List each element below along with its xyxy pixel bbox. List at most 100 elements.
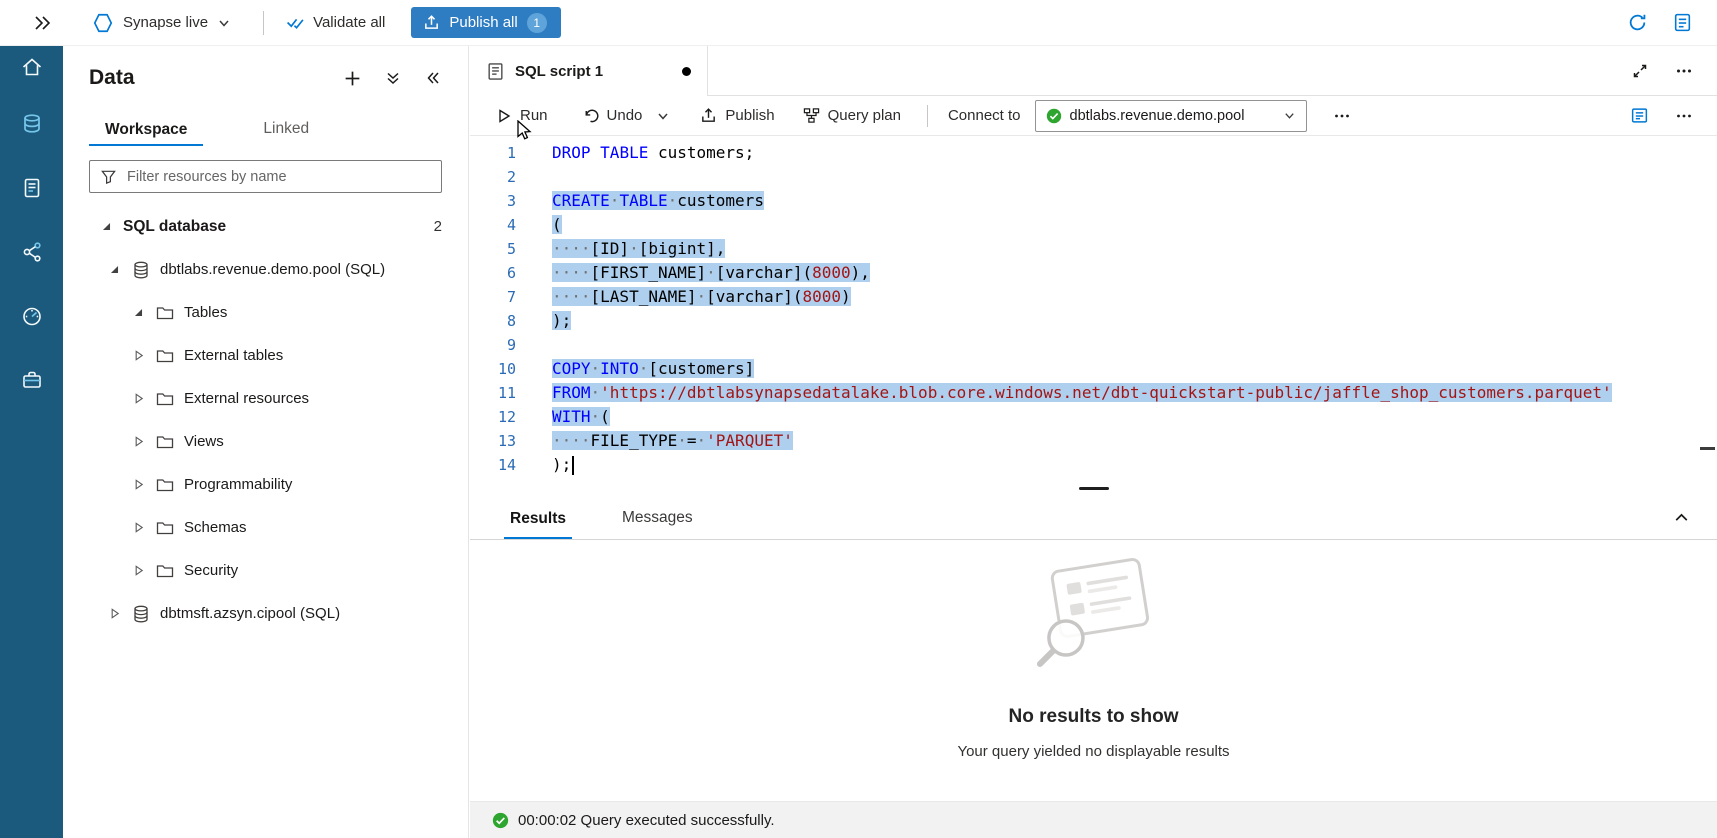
tree-expand-icon[interactable] (131, 435, 146, 448)
code-line-text[interactable]: DROP TABLE customers; (552, 141, 754, 165)
collapse-panel-icon[interactable] (424, 69, 442, 87)
code-line[interactable]: 6 ····[FIRST_NAME]·[varchar](8000), (470, 261, 1717, 285)
line-number[interactable]: 8 (470, 309, 516, 333)
line-number[interactable]: 6 (470, 261, 516, 285)
query-plan-icon (803, 107, 820, 124)
tree-item[interactable]: Tables (63, 291, 468, 334)
tree-expand-icon[interactable] (131, 564, 146, 577)
tab-workspace[interactable]: Workspace (89, 121, 203, 147)
line-number[interactable]: 10 (470, 357, 516, 381)
properties-icon[interactable] (1630, 106, 1649, 125)
code-line-text[interactable]: ····[FIRST_NAME]·[varchar](8000), (552, 261, 870, 285)
line-number[interactable]: 9 (470, 333, 516, 357)
nav-manage-icon[interactable] (0, 348, 63, 412)
code-line-text[interactable]: ); (552, 309, 571, 333)
code-line[interactable]: 2 (470, 165, 1717, 189)
add-resource-icon[interactable] (343, 69, 362, 88)
code-line[interactable]: 9 (470, 333, 1717, 357)
nav-data-icon[interactable] (0, 92, 63, 156)
sql-code-editor[interactable]: 1 DROP TABLE customers; 23 CREATE·TABLE·cus… (470, 136, 1717, 490)
code-line-text[interactable]: FROM·'https://dbtlabsynapsedatalake.blob… (552, 381, 1612, 405)
tree-item[interactable]: dbtlabs.revenue.demo.pool (SQL) (63, 248, 468, 291)
nav-home-icon[interactable] (0, 42, 63, 92)
code-line[interactable]: 14); (470, 453, 1717, 477)
line-number[interactable]: 14 (470, 453, 516, 477)
overview-ruler-marker[interactable] (1700, 447, 1715, 450)
code-line[interactable]: 3 CREATE·TABLE·customers (470, 189, 1717, 213)
tab-linked[interactable]: Linked (247, 120, 325, 146)
publish-button[interactable]: Publish (700, 107, 774, 124)
tree-item[interactable]: Views (63, 420, 468, 463)
tree-expand-icon[interactable] (131, 478, 146, 491)
nav-monitor-icon[interactable] (0, 284, 63, 348)
code-line[interactable]: 5 ····[ID]·[bigint], (470, 237, 1717, 261)
nav-integrate-icon[interactable] (0, 220, 63, 284)
tree-collapse-icon[interactable] (107, 263, 122, 276)
tree-item[interactable]: SQL database2 (63, 205, 468, 248)
expand-editor-icon[interactable] (1631, 62, 1649, 80)
tree-item[interactable]: dbtmsft.azsyn.cipool (SQL) (63, 592, 468, 635)
panel-resize-handle[interactable] (1079, 487, 1109, 491)
validate-all-button[interactable]: Validate all (286, 13, 385, 32)
code-line[interactable]: 1 DROP TABLE customers; (470, 141, 1717, 165)
code-line[interactable]: 13 ····FILE_TYPE·=·'PARQUET' (470, 429, 1717, 453)
tree-item[interactable]: External resources (63, 377, 468, 420)
line-number[interactable]: 2 (470, 165, 516, 189)
code-line[interactable]: 12 WITH·( (470, 405, 1717, 429)
nav-develop-icon[interactable] (0, 156, 63, 220)
line-number[interactable]: 1 (470, 141, 516, 165)
code-line[interactable]: 7 ····[LAST_NAME]·[varchar](8000) (470, 285, 1717, 309)
tree-collapse-icon[interactable] (99, 220, 114, 233)
code-line[interactable]: 4( (470, 213, 1717, 237)
code-line-text[interactable]: WITH·( (552, 405, 610, 429)
code-line-text[interactable]: ); (552, 453, 574, 477)
synapse-live-selector[interactable]: Synapse live (92, 12, 231, 34)
tree-item[interactable]: Security (63, 549, 468, 592)
line-number[interactable]: 13 (470, 429, 516, 453)
collapse-results-icon[interactable] (1672, 508, 1691, 527)
line-number[interactable]: 7 (470, 285, 516, 309)
code-line-text[interactable]: ····[ID]·[bigint], (552, 237, 725, 261)
tree-item[interactable]: Programmability (63, 463, 468, 506)
tree-expand-icon[interactable] (131, 349, 146, 362)
tree-expand-icon[interactable] (131, 521, 146, 534)
line-number[interactable]: 12 (470, 405, 516, 429)
tree-collapse-icon[interactable] (131, 306, 146, 319)
tree-item-label: Views (184, 433, 224, 450)
code-line-text[interactable]: ( (552, 213, 562, 237)
undo-button[interactable]: Undo (582, 107, 643, 124)
clipboard-icon[interactable] (1672, 12, 1693, 33)
tree-item-label: External tables (184, 347, 283, 364)
tree-item[interactable]: Schemas (63, 506, 468, 549)
line-number[interactable]: 5 (470, 237, 516, 261)
line-number[interactable]: 4 (470, 213, 516, 237)
double-chevron-right-icon[interactable] (32, 14, 52, 32)
tree-item[interactable]: External tables (63, 334, 468, 377)
explorer-tabs: Workspace Linked (63, 110, 468, 146)
tab-messages[interactable]: Messages (616, 509, 699, 539)
code-line-text[interactable]: ····[LAST_NAME]·[varchar](8000) (552, 285, 851, 309)
undo-dropdown-icon[interactable] (656, 109, 670, 123)
code-line-text[interactable]: CREATE·TABLE·customers (552, 189, 764, 213)
tree-expand-icon[interactable] (131, 392, 146, 405)
line-number[interactable]: 11 (470, 381, 516, 405)
line-number[interactable]: 3 (470, 189, 516, 213)
pool-select[interactable]: dbtlabs.revenue.demo.pool (1035, 100, 1307, 132)
code-line-text[interactable]: ····FILE_TYPE·=·'PARQUET' (552, 429, 793, 453)
toolbar-more-icon[interactable] (1333, 107, 1351, 125)
code-line[interactable]: 8); (470, 309, 1717, 333)
tab-results[interactable]: Results (504, 510, 572, 540)
tree-expand-icon[interactable] (107, 607, 122, 620)
toolbar-right-more-icon[interactable] (1675, 107, 1693, 125)
tab-sql-script-1[interactable]: SQL script 1 (470, 46, 708, 96)
code-line-text[interactable]: COPY·INTO·[customers] (552, 357, 754, 381)
publish-all-button[interactable]: Publish all 1 (411, 7, 560, 38)
run-button[interactable]: Run (496, 107, 548, 124)
code-line[interactable]: 10 COPY·INTO·[customers] (470, 357, 1717, 381)
query-plan-button[interactable]: Query plan (803, 107, 901, 124)
code-line[interactable]: 11 FROM·'https://dbtlabsynapsedatalake.bl… (470, 381, 1717, 405)
tab-more-icon[interactable] (1675, 62, 1693, 80)
double-chevron-down-icon[interactable] (384, 69, 402, 87)
filter-input[interactable] (125, 168, 431, 186)
refresh-icon[interactable] (1627, 12, 1648, 33)
